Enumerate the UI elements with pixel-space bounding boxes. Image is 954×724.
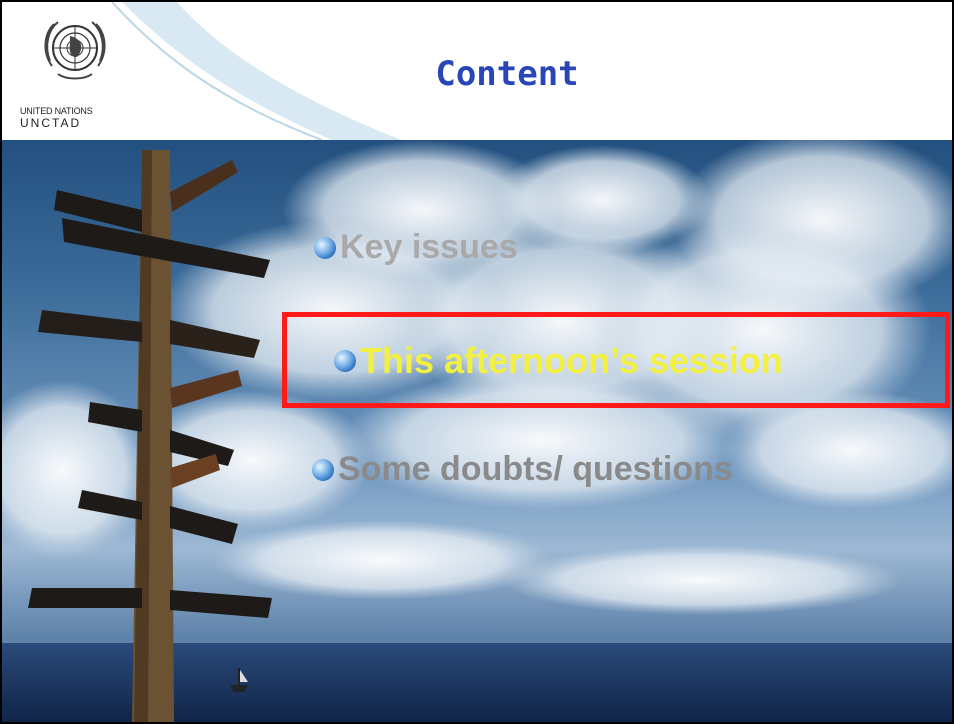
content-item-afternoon-session: This afternoon’s session: [334, 340, 783, 382]
content-item-key-issues: Key issues: [314, 228, 518, 267]
slide-header: UNITED NATIONS UNCTAD Content: [2, 2, 952, 140]
globe-bullet-icon: [314, 236, 336, 259]
content-item-label: Key issues: [340, 228, 518, 266]
background-photo: Key issues This afternoon’s session Some…: [2, 140, 952, 722]
globe-bullet-icon: [334, 350, 356, 372]
content-item-label: Some doubts/ questions: [338, 450, 733, 488]
slide-title: Content: [435, 54, 579, 94]
content-item-label: This afternoon’s session: [360, 340, 783, 381]
content-item-doubts-questions: Some doubts/ questions: [312, 450, 733, 489]
logo-united-nations-text: UNITED NATIONS: [20, 106, 93, 116]
slide: UNITED NATIONS UNCTAD Content Key issues…: [0, 0, 954, 724]
globe-bullet-icon: [312, 458, 334, 481]
logo-unctad-text: UNCTAD: [20, 116, 82, 130]
